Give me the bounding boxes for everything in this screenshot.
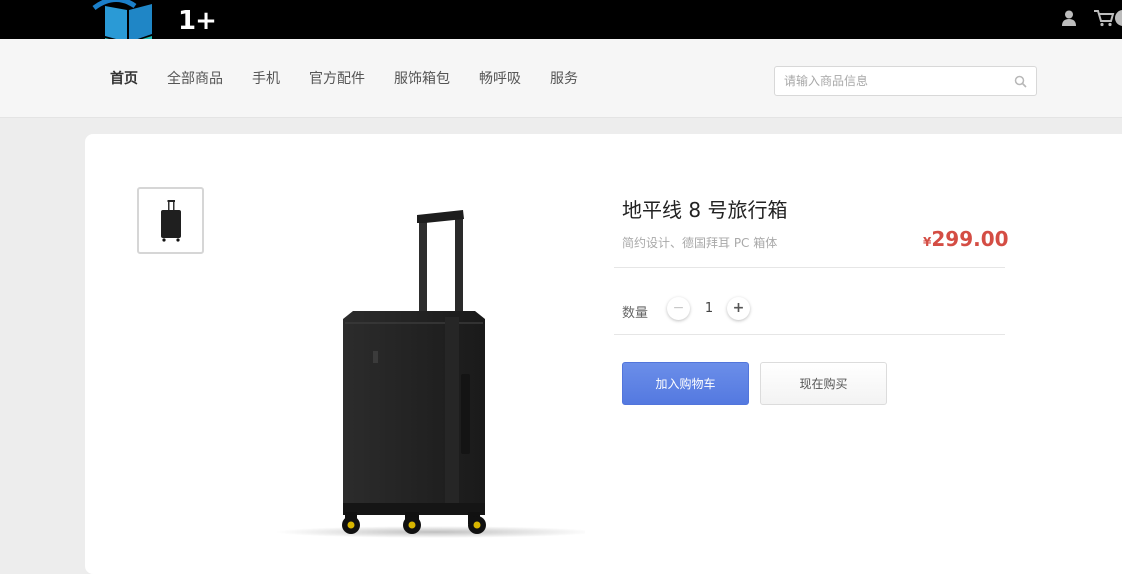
user-icon[interactable] <box>1060 9 1078 27</box>
search-icon[interactable] <box>1014 75 1027 88</box>
nav-item-apparel-bags[interactable]: 服饰箱包 <box>394 68 450 88</box>
product-price: ¥299.00 <box>923 227 1009 251</box>
divider <box>614 267 1005 268</box>
buy-now-button[interactable]: 现在购买 <box>760 362 887 405</box>
quantity-label: 数量 <box>622 306 649 321</box>
quantity-increase-button[interactable]: + <box>727 297 750 320</box>
cart-icon[interactable] <box>1093 8 1122 28</box>
nav-item-service[interactable]: 服务 <box>550 68 578 88</box>
divider <box>614 334 1005 335</box>
logo-text: 1+ <box>178 6 217 36</box>
price-amount: 299.00 <box>931 227 1009 251</box>
main-nav: 首页 全部商品 手机 官方配件 服饰箱包 畅呼吸 服务 <box>0 39 1122 118</box>
nav-item-all-products[interactable]: 全部商品 <box>167 68 223 88</box>
suitcase-main-image <box>275 210 585 538</box>
product-subtitle: 简约设计、德国拜耳 PC 箱体 <box>622 236 778 250</box>
nav-menu: 首页 全部商品 手机 官方配件 服饰箱包 畅呼吸 服务 <box>110 39 607 117</box>
nav-item-phones[interactable]: 手机 <box>252 68 280 88</box>
product-thumbnail[interactable] <box>137 187 204 254</box>
top-bar: 1+ <box>0 0 1122 45</box>
nav-item-breathe[interactable]: 畅呼吸 <box>479 68 521 88</box>
suitcase-thumbnail-image <box>161 200 181 242</box>
product-card: 地平线 8 号旅行箱 简约设计、德国拜耳 PC 箱体 ¥299.00 数量 − … <box>85 134 1122 574</box>
quantity-decrease-button[interactable]: − <box>667 297 690 320</box>
nav-item-accessories[interactable]: 官方配件 <box>309 68 365 88</box>
quantity-value: 1 <box>704 301 714 316</box>
nav-item-home[interactable]: 首页 <box>110 68 138 88</box>
search-box <box>774 66 1037 96</box>
add-to-cart-button[interactable]: 加入购物车 <box>622 362 749 405</box>
product-title: 地平线 8 号旅行箱 <box>622 198 788 222</box>
search-input[interactable] <box>775 67 1014 95</box>
